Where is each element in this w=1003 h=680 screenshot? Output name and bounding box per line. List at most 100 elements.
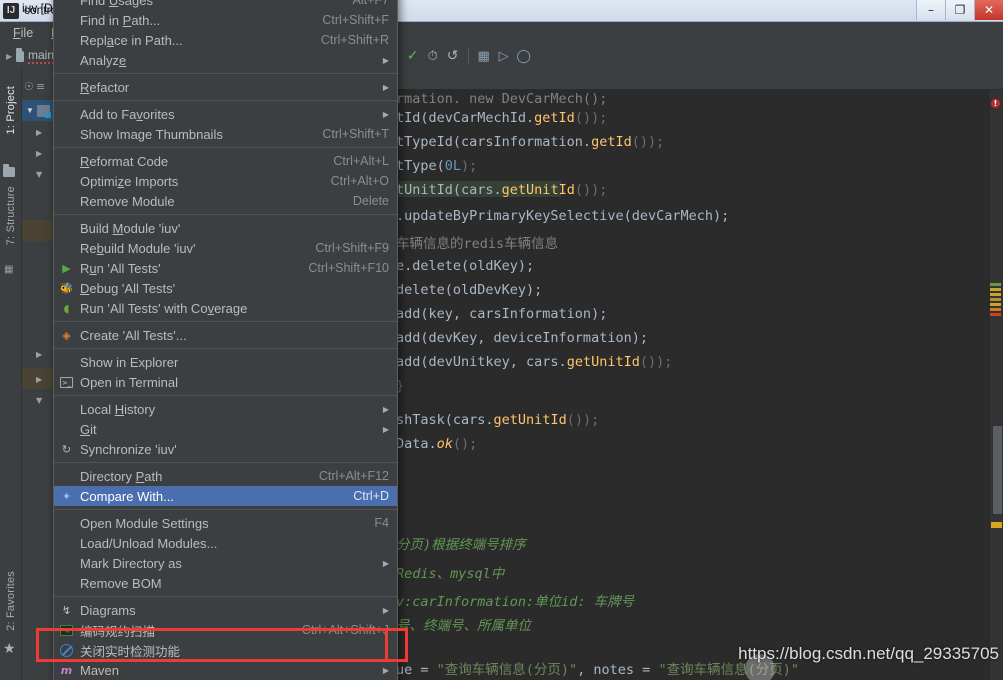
menu-item-synchronize-iuv[interactable]: ↻ Synchronize 'iuv' [54,439,397,459]
code-line: tType(0L); [396,158,478,174]
menu-item-build-module-iuv[interactable]: Build Module 'iuv' [54,218,397,238]
chevron-right-icon[interactable]: ▶ [36,375,42,384]
code-line: tTypeId(carsInformation.getId()); [396,134,665,150]
menu-item-shortcut: Ctrl+Alt+Shift+J [301,623,389,637]
history-button[interactable]: ⏱ [423,46,443,66]
commit-button[interactable]: ✓ [403,46,423,66]
menu-item-compare-with[interactable]: ✦ Compare With... Ctrl+D [54,486,397,506]
folder-icon [16,47,24,62]
close-button[interactable]: ✕ [974,0,1003,20]
menu-item-label: Reformat Code [80,153,169,169]
sidebar-item-structure[interactable]: 7: Structure [5,186,17,250]
chevron-right-icon: ▶ [382,605,389,615]
sidebar-item-project[interactable]: 1: Project [5,86,17,139]
rollback-button[interactable]: ↺ [443,46,463,66]
menu-item-run-all-tests[interactable]: ▶ Run 'All Tests' Ctrl+Shift+F10 [54,258,397,278]
chevron-right-icon[interactable]: ▶ [36,149,42,158]
menu-item-debug-all-tests[interactable]: 🐝 Debug 'All Tests' [54,278,397,298]
menubar-item-file[interactable]: File [4,24,42,42]
menu-separator [54,348,397,349]
menu-item-label: Show Image Thumbnails [80,126,223,142]
editor-marker-bar[interactable]: ! [989,90,1003,680]
collapse-all-icon[interactable]: ☉ [24,80,34,93]
chevron-right-icon: ▶ [382,55,389,65]
sidebar-item-favorites[interactable]: 2: Favorites [5,571,17,636]
menu-item-remove-bom[interactable]: Remove BOM [54,573,397,593]
menu-item-local-history[interactable]: Local History ▶ [54,399,397,419]
chevron-down-icon[interactable]: ▼ [36,396,42,405]
menu-item-reformat-code[interactable]: Reformat Code Ctrl+Alt+L [54,151,397,171]
chevron-down-icon[interactable]: ▼ [36,170,42,179]
menu-item-label: Find in Path... [80,12,161,28]
chevron-right-icon[interactable]: ▶ [6,52,12,61]
menu-item-shortcut: F4 [374,516,389,530]
menu-item-shortcut: Ctrl+Shift+R [320,33,389,47]
tree-row-module-iuv[interactable]: ▼ [22,100,54,121]
menu-item-show-in-explorer[interactable]: Show in Explorer [54,352,397,372]
search-everywhere-button[interactable]: ◯ [514,46,534,66]
menu-item-maven[interactable]: m Maven ▶ [54,660,397,680]
editor-vertical-scrollbar-thumb[interactable] [993,426,1002,514]
tree-row[interactable]: ▼ [22,163,54,184]
chevron-right-icon[interactable]: ▶ [36,350,42,359]
settings-icon[interactable]: ≡ [36,80,45,93]
code-line: 车辆信息的redis车辆信息 [396,236,559,252]
terminal-button[interactable]: ▷ [494,46,514,66]
menu-item-open-in-terminal[interactable]: >_ Open in Terminal [54,372,397,392]
menu-item-label: Find Usages [80,0,153,8]
menu-item-diagrams[interactable]: ↯ Diagrams ▶ [54,600,397,620]
menu-item-optimize-imports[interactable]: Optimize Imports Ctrl+Alt+O [54,171,397,191]
tree-row-highlighted-2[interactable]: ▶ [22,368,54,389]
menu-item-show-image-thumbnails[interactable]: Show Image Thumbnails Ctrl+Shift+T [54,124,397,144]
tree-row[interactable]: ▶ [22,343,54,364]
project-header-main-label: main [27,48,54,64]
minimize-button[interactable]: – [916,0,945,20]
tree-row[interactable]: ▼ [22,389,54,410]
menu-item-label: Debug 'All Tests' [80,280,176,296]
chevron-right-icon[interactable]: ▶ [36,128,42,137]
chevron-right-icon: ▶ [382,665,389,675]
menu-item-run-all-tests-with-coverage[interactable]: ◖ Run 'All Tests' with Coverage [54,298,397,318]
menu-item-load-unload-modules[interactable]: Load/Unload Modules... [54,533,397,553]
menu-item-disable-realtime-detection[interactable]: 关闭实时检测功能 [54,640,397,660]
maximize-button[interactable]: ❐ [945,0,974,20]
compare-icon: ✦ [61,490,72,503]
menu-item-shortcut: Ctrl+Shift+T [322,127,389,141]
error-badge[interactable]: ! [990,98,1001,109]
chevron-down-icon[interactable]: ▼ [26,106,34,115]
menu-item-add-to-favorites[interactable]: Add to Favorites ▶ [54,104,397,124]
menu-item-mark-directory-as[interactable]: Mark Directory as ▶ [54,553,397,573]
window-controls: – ❐ ✕ [916,0,1003,21]
project-structure-button[interactable]: ▦ [474,46,494,66]
menu-item-code-convention-scan[interactable]: ∿ 编码规约扫描 Ctrl+Alt+Shift+J [54,620,397,640]
menu-item-find-in-path[interactable]: Find in Path... Ctrl+Shift+F [54,10,397,30]
menu-item-remove-module[interactable]: Remove Module Delete [54,191,397,211]
menu-item-refactor[interactable]: Refactor ▶ [54,77,397,97]
marker-stripe [990,293,1001,296]
code-line: tUnitId(cars.getUnitId()); [396,182,608,198]
menu-item-git[interactable]: Git ▶ [54,419,397,439]
menu-item-rebuild-module-iuv[interactable]: Rebuild Module 'iuv' Ctrl+Shift+F9 [54,238,397,258]
menu-separator [54,147,397,148]
menu-item-find-usages[interactable]: Find Usages Alt+F7 [54,0,397,10]
menu-item-label: Remove BOM [80,575,162,591]
tree-row[interactable]: ▶ [22,121,54,142]
menu-item-open-module-settings[interactable]: Open Module Settings F4 [54,513,397,533]
star-icon: ★ [3,640,16,656]
project-folder-icon [3,164,17,177]
menu-item-directory-path[interactable]: Directory Path Ctrl+Alt+F12 [54,466,397,486]
tree-row-highlighted[interactable] [22,220,54,241]
project-context-menu[interactable]: Find Usages Alt+F7 Find in Path... Ctrl+Shi… [53,0,398,680]
chevron-right-icon: ▶ [382,109,389,119]
menu-item-analyze[interactable]: Analyze ▶ [54,50,397,70]
project-tree-panel[interactable]: ☉ ≡ ▼ ▶ ▶ ▼ ▶ ▶ ▶ ▼ [22,68,54,680]
menu-item-replace-in-path[interactable]: Replace in Path... Ctrl+Shift+R [54,30,397,50]
code-line: .updateByPrimaryKeySelective(devCarMech)… [396,208,730,224]
block-icon [59,643,74,658]
menu-separator [54,509,397,510]
menu-item-create-all-tests[interactable]: ◈ Create 'All Tests'... [54,325,397,345]
menu-item-label: Directory Path [80,468,163,484]
menu-item-label: Mark Directory as [80,555,182,571]
tree-row[interactable]: ▶ [22,142,54,163]
structure-icon: ▦ [4,264,14,275]
